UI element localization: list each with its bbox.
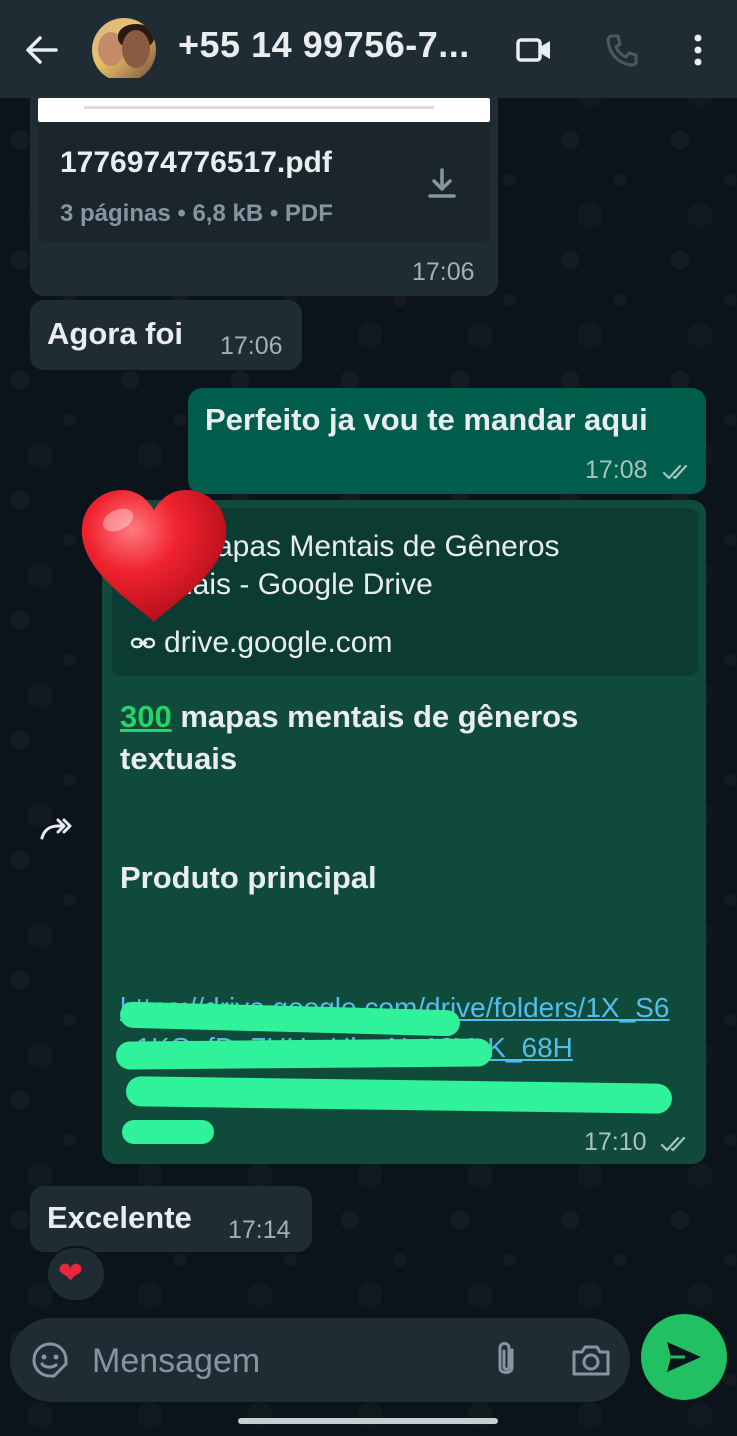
more-options-button[interactable] [684, 30, 712, 70]
message-input[interactable] [90, 1334, 474, 1388]
sticker-emoji-icon [32, 1342, 68, 1378]
phone-icon [606, 34, 638, 67]
message-time: 17:06 [220, 332, 283, 360]
home-indicator [238, 1418, 498, 1424]
more-vertical-icon [694, 34, 702, 66]
forward-button[interactable] [36, 810, 78, 852]
redaction-scribble [125, 1076, 673, 1114]
incoming-message[interactable]: Agora foi 17:06 [30, 300, 302, 370]
document-preview[interactable] [38, 98, 490, 122]
read-ticks-icon [662, 464, 688, 480]
forward-icon [40, 818, 72, 840]
contact-avatar[interactable] [92, 18, 156, 82]
message-text-rest: mapas mentais de gêneros textuais [120, 699, 579, 776]
redaction-scribble [115, 1038, 493, 1070]
send-button[interactable] [641, 1314, 727, 1400]
message-time: 17:08 [585, 456, 648, 484]
message-product-line: Produto principal [120, 860, 377, 895]
video-camera-icon [516, 38, 550, 62]
message-composer [10, 1318, 630, 1402]
link-preview-title: apas Mentais de Gêneros [216, 530, 560, 563]
document-meta: 3 páginas • 6,8 kB • PDF [60, 200, 333, 227]
back-button[interactable] [22, 30, 62, 70]
arrow-left-icon [26, 36, 58, 64]
phone-number-link[interactable]: 300 [120, 699, 172, 734]
link-preview-domain: drive.google.com [164, 626, 393, 659]
voice-call-button[interactable] [602, 30, 642, 70]
message-reaction[interactable]: ❤ [46, 1246, 106, 1302]
download-button[interactable] [422, 164, 462, 204]
message-time: 17:06 [412, 258, 475, 286]
message-text: 300 mapas mentais de gêneros textuais [120, 696, 680, 780]
heart-sticker-icon [81, 490, 227, 622]
outgoing-message[interactable]: Perfeito ja vou te mandar aqui 17:08 [188, 388, 706, 494]
message-text: Agora foi [47, 316, 184, 351]
message-text: Excelente [47, 1200, 192, 1235]
attach-button[interactable] [488, 1338, 524, 1382]
send-icon [667, 1342, 701, 1372]
camera-icon [572, 1345, 610, 1376]
download-icon [428, 168, 456, 198]
emoji-button[interactable] [30, 1340, 70, 1380]
document-preview-line [84, 106, 434, 109]
document-file-name: 1776974776517.pdf [60, 146, 332, 179]
message-text: Perfeito ja vou te mandar aqui [205, 402, 648, 437]
avatar-face-right [122, 30, 150, 68]
video-call-button[interactable] [514, 30, 554, 70]
redaction-scribble [122, 1120, 214, 1144]
document-card[interactable]: 1776974776517.pdf 3 páginas • 6,8 kB • P… [38, 122, 490, 242]
message-time: 17:14 [228, 1216, 291, 1244]
heart-reaction-icon: ❤ [58, 1257, 84, 1290]
link-icon [130, 637, 156, 649]
read-ticks-icon [660, 1136, 686, 1152]
paperclip-icon [498, 1342, 514, 1374]
message-time: 17:10 [584, 1128, 647, 1156]
document-message[interactable]: 1776974776517.pdf 3 páginas • 6,8 kB • P… [30, 78, 498, 296]
incoming-message[interactable]: Excelente 17:14 [30, 1186, 312, 1252]
contact-name[interactable]: +55 14 99756-7... [178, 24, 470, 66]
camera-button[interactable] [570, 1340, 612, 1380]
